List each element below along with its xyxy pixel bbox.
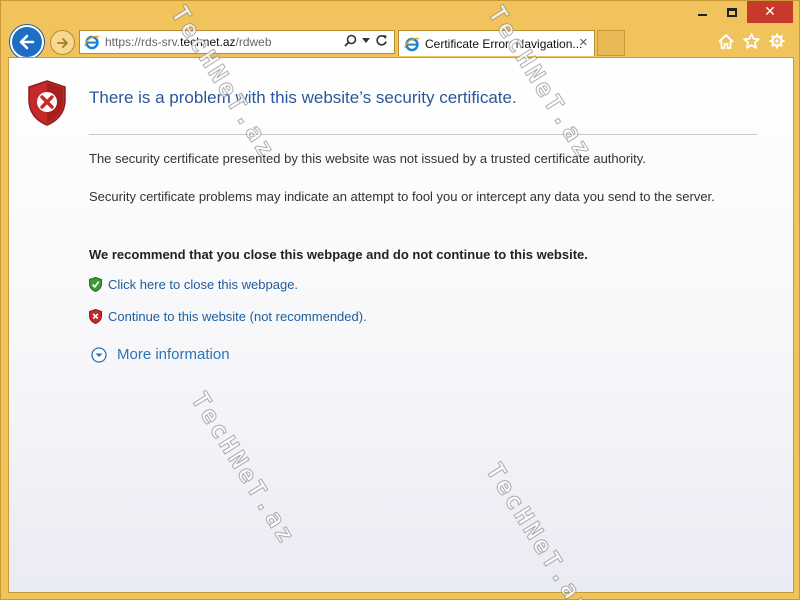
internet-explorer-icon xyxy=(84,35,100,50)
close-window-button[interactable]: ✕ xyxy=(747,1,793,23)
back-button[interactable] xyxy=(10,25,44,59)
certificate-issue-text: The security certificate presented by th… xyxy=(89,151,646,166)
url-prefix: https://rds-srv. xyxy=(105,35,181,49)
expand-circle-icon xyxy=(91,346,107,363)
continue-to-website-link[interactable]: Continue to this website (not recommende… xyxy=(89,309,367,324)
shield-check-icon xyxy=(89,277,102,292)
url-host: technet.az xyxy=(180,35,236,49)
more-information-toggle[interactable]: More information xyxy=(91,346,230,363)
address-tools xyxy=(344,34,388,47)
home-icon[interactable] xyxy=(718,33,734,49)
url-suffix: /rdweb xyxy=(235,35,272,49)
shield-error-icon xyxy=(28,80,66,126)
minimize-button[interactable] xyxy=(687,1,717,23)
maximize-button[interactable] xyxy=(717,1,747,23)
more-information-label[interactable]: More information xyxy=(117,346,230,363)
new-tab-button[interactable] xyxy=(597,30,625,56)
recommendation-text: We recommend that you close this webpage… xyxy=(89,247,588,262)
close-webpage-link-text[interactable]: Click here to close this webpage. xyxy=(108,277,298,292)
page-title: There is a problem with this website’s s… xyxy=(89,88,517,107)
close-webpage-link[interactable]: Click here to close this webpage. xyxy=(89,277,298,292)
back-arrow-icon xyxy=(19,34,35,50)
minimize-icon xyxy=(697,14,707,16)
window-controls: ✕ xyxy=(687,1,793,23)
url-text: https://rds-srv.technet.az/rdweb xyxy=(105,35,272,49)
forward-arrow-icon xyxy=(56,37,68,48)
address-bar[interactable]: https://rds-srv.technet.az/rdweb xyxy=(79,30,395,54)
tab-title: Certificate Error: Navigation... xyxy=(425,36,583,51)
chevron-down-icon[interactable] xyxy=(362,37,370,44)
page-content: There is a problem with this website’s s… xyxy=(8,57,794,593)
star-icon[interactable] xyxy=(743,33,760,49)
gear-icon[interactable] xyxy=(769,33,785,49)
search-icon[interactable] xyxy=(344,34,357,47)
maximize-icon xyxy=(727,7,737,17)
browser-tools xyxy=(718,33,785,49)
continue-link-text[interactable]: Continue to this website (not recommende… xyxy=(108,309,367,324)
divider xyxy=(89,134,757,135)
browser-window: ✕ https://rds-srv.technet.az/rdweb Certi… xyxy=(0,0,800,600)
shield-error-icon xyxy=(89,309,102,324)
internet-explorer-icon xyxy=(404,37,420,51)
warning-text: Security certificate problems may indica… xyxy=(89,189,715,204)
tab-certificate-error[interactable]: Certificate Error: Navigation... ✕ xyxy=(398,30,595,56)
refresh-icon[interactable] xyxy=(375,34,388,47)
tab-close-icon[interactable]: ✕ xyxy=(579,36,588,49)
close-icon: ✕ xyxy=(764,4,776,20)
forward-button[interactable] xyxy=(50,30,75,55)
